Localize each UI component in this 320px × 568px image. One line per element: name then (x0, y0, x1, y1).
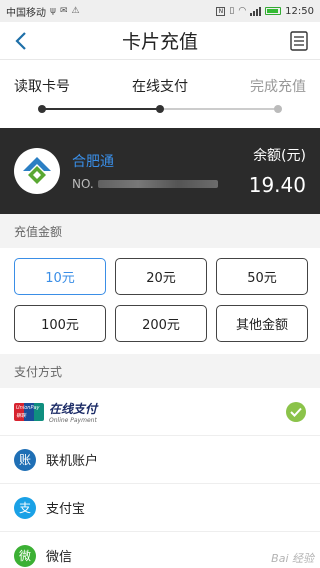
card-number-mask (97, 180, 218, 188)
payment-method-unionpay[interactable]: UnionPay 银联 在线支付 Online Payment (0, 388, 320, 436)
amount-option-other[interactable]: 其他金额 (216, 305, 308, 342)
vibrate-icon: ▯ (229, 5, 235, 16)
card-number: NO. (72, 177, 249, 191)
step-label-read-card: 读取卡号 (14, 79, 70, 95)
step-label-complete: 完成充值 (250, 79, 306, 95)
records-button[interactable] (288, 30, 310, 52)
status-bar-right: N ▯ ◠ 12:50 (216, 6, 314, 17)
payment-method-alipay[interactable]: 支 支付宝 (0, 484, 320, 532)
hefeitong-logo (14, 148, 60, 194)
step-dot-1 (38, 105, 46, 113)
amount-option-200[interactable]: 200元 (115, 305, 207, 342)
progress-steps: 读取卡号 在线支付 完成充值 (0, 60, 320, 128)
amount-option-10[interactable]: 10元 (14, 258, 106, 295)
carrier-label: 中国移动 (6, 7, 46, 19)
unionpay-badge: UnionPay 银联 (14, 402, 44, 421)
card-banner: 合肥通 NO. 余额(元) 19.40 (0, 128, 320, 214)
payment-method-label: 在线支付 (49, 401, 98, 416)
watermark: Bai 经验 (271, 552, 314, 565)
card-name: 合肥通 (72, 154, 114, 170)
list-document-icon (290, 31, 308, 51)
clock-label: 12:50 (285, 5, 314, 17)
unionpay-icon: UnionPay 银联 在线支付 Online Payment (14, 400, 97, 424)
usb-icon: ψ (50, 5, 56, 16)
payment-method-label: 微信 (46, 550, 73, 565)
step-dot-3 (274, 105, 282, 113)
check-icon (286, 401, 306, 422)
notification-icon: ✉ (59, 5, 68, 16)
status-bar: 中国移动 ψ ✉ ⚠ N ▯ ◠ 12:50 (0, 0, 320, 22)
back-button[interactable] (8, 28, 34, 54)
status-bar-left: 中国移动 ψ ✉ ⚠ (6, 4, 80, 19)
page-title: 卡片充值 (121, 31, 198, 53)
card-balance: 余额(元) 19.40 (249, 145, 306, 197)
signal-icon (250, 6, 262, 16)
step-dot-2 (156, 105, 164, 113)
balance-label: 余额(元) (253, 148, 306, 164)
chevron-left-icon (15, 32, 26, 50)
amount-option-20[interactable]: 20元 (115, 258, 207, 295)
step-label-online-pay: 在线支付 (132, 79, 188, 95)
amount-option-50[interactable]: 50元 (216, 258, 308, 295)
nfc-icon: N (216, 6, 226, 16)
card-number-prefix: NO. (72, 177, 94, 191)
card-info: 合肥通 NO. (72, 151, 249, 191)
wechat-icon: 微 (14, 544, 36, 567)
hefeitong-logo-icon (23, 157, 51, 184)
amount-option-100[interactable]: 100元 (14, 305, 106, 342)
wifi-icon: ◠ (238, 5, 247, 16)
payment-method-account[interactable]: 账 联机账户 (0, 436, 320, 484)
payment-method-sublabel: Online Payment (49, 416, 97, 424)
payment-method-label: 支付宝 (46, 502, 86, 517)
amount-section-title: 充值金额 (0, 214, 320, 248)
step-track-active (42, 108, 160, 110)
battery-icon (265, 7, 282, 15)
app-header: 卡片充值 (0, 22, 320, 60)
payment-methods: UnionPay 银联 在线支付 Online Payment 账 联机账户 支… (0, 388, 320, 568)
step-track (38, 105, 282, 113)
balance-value: 19.40 (248, 173, 306, 197)
step-track-pending (160, 108, 278, 110)
alipay-icon: 支 (14, 496, 36, 519)
payment-method-label: 联机账户 (46, 454, 99, 469)
debug-icon: ⚠ (71, 5, 80, 16)
amount-options: 10元 20元 50元 100元 200元 其他金额 (0, 248, 320, 354)
account-icon: 账 (14, 448, 36, 471)
payment-section-title: 支付方式 (0, 354, 320, 388)
